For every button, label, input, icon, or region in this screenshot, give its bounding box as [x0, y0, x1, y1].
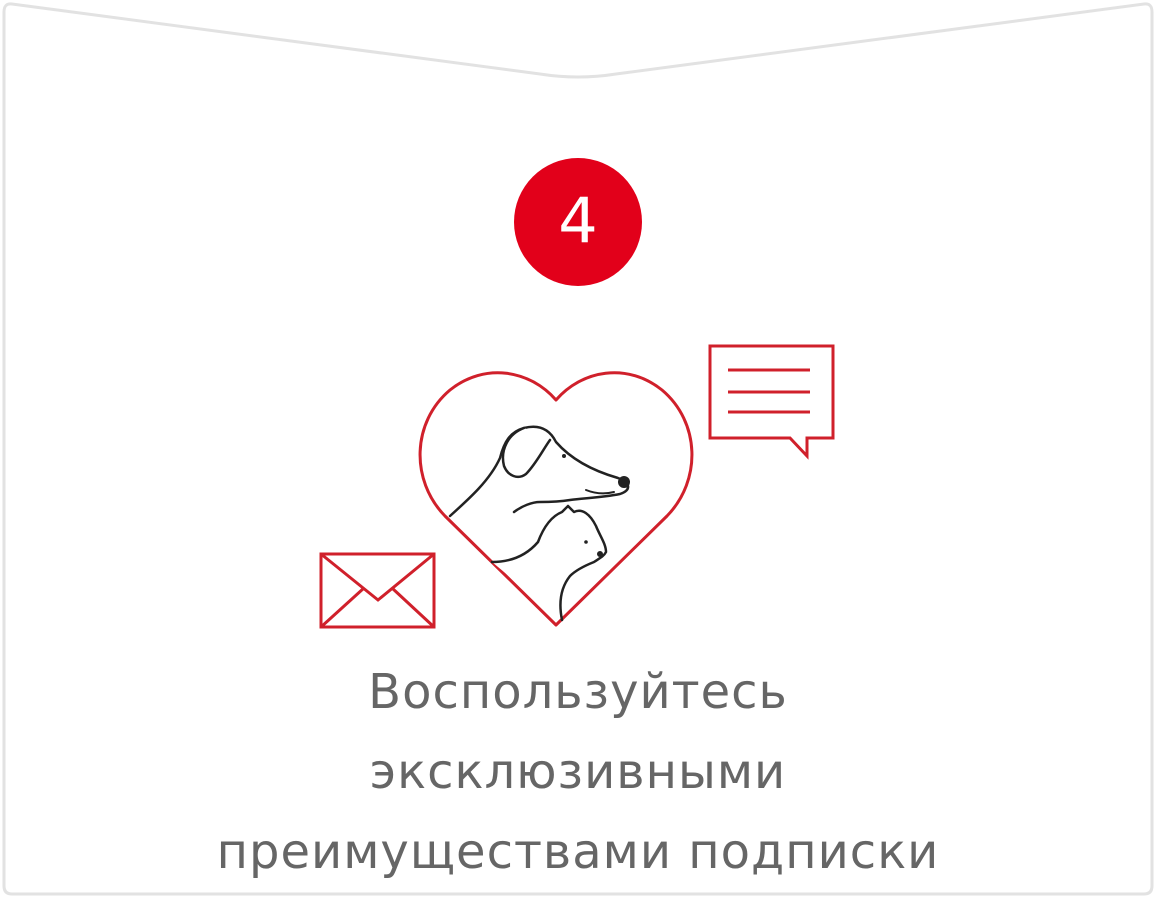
subscription-step-card: 4 Воспользуйтесь эксклюзивными преимущес…	[0, 0, 1156, 900]
chat-bubble-icon	[708, 344, 835, 460]
step-number-badge: 4	[514, 158, 642, 286]
caption-line: Воспользуйтесь	[368, 664, 788, 720]
step-caption: Воспользуйтесь эксклюзивными преимуществ…	[100, 652, 1056, 892]
caption-line: эксклюзивными	[369, 744, 787, 800]
benefits-illustration	[319, 344, 835, 629]
caption-line: преимуществами подписки	[216, 824, 940, 880]
step-number: 4	[558, 184, 598, 257]
envelope-icon	[319, 552, 436, 629]
